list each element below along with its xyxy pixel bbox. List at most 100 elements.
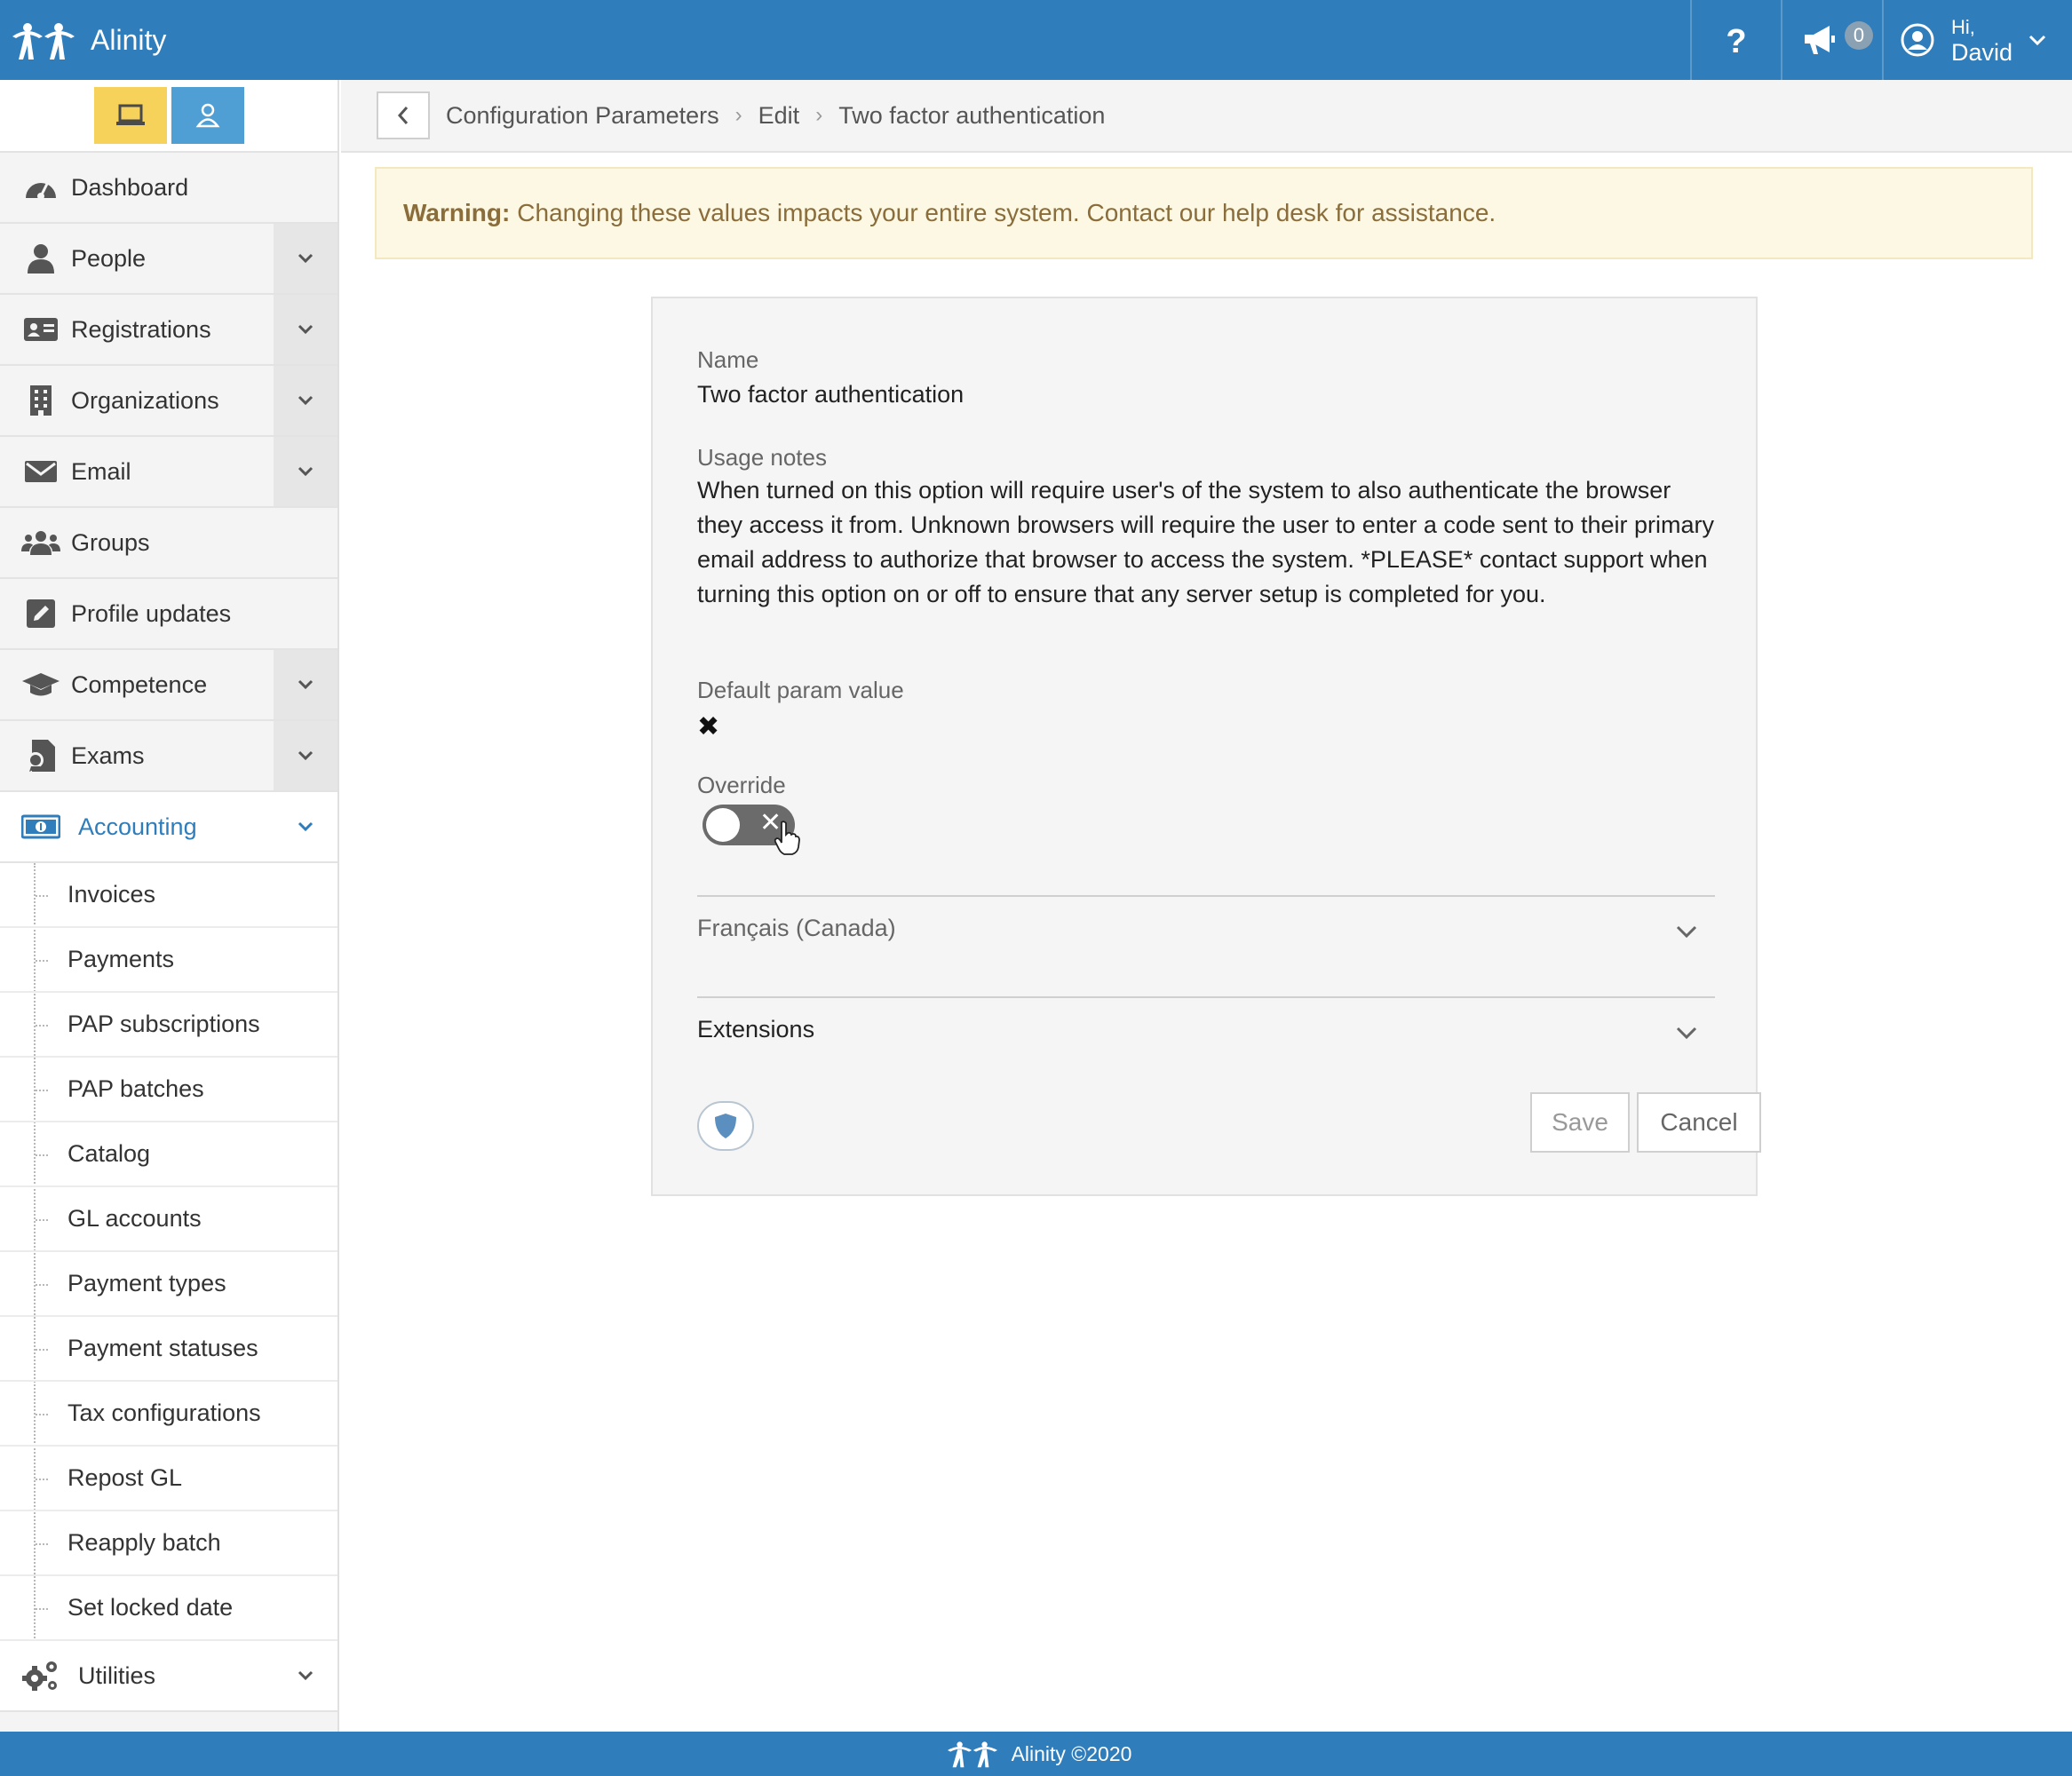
subitem-label: Reapply batch [67,1529,221,1556]
collapse-accounting-button[interactable] [274,792,337,861]
back-button[interactable] [377,91,430,139]
question-icon: ? [1726,23,1746,58]
sidebar-item-registrations[interactable]: Registrations [0,295,337,366]
warning-prefix: Warning: [403,199,511,226]
user-menu-button[interactable]: Hi, David [1882,0,2072,80]
sidebar-item-label: Profile updates [71,599,232,627]
chevron-down-icon [298,253,314,264]
subitem-label: Repost GL [67,1464,183,1491]
override-toggle[interactable]: ✕ [703,805,800,855]
subitem-label: PAP batches [67,1075,204,1102]
dashboard-icon [21,168,60,207]
sidebar-subitem-repost-gl[interactable]: Repost GL [0,1447,337,1511]
footer: Alinity ©2020 [0,1732,2072,1776]
money-icon [21,807,60,846]
sidebar-subitem-payment-statuses[interactable]: Payment statuses [0,1317,337,1382]
footer-copyright: Alinity ©2020 [1011,1741,1132,1765]
chevron-down-icon [298,324,314,335]
sidebar-item-label: People [71,244,147,272]
laptop-icon [116,104,145,125]
section-francais-canada[interactable]: Français (Canada) [697,895,1715,996]
top-actions: ? 0 Hi, David [1690,0,2072,80]
breadcrumb-current: Two factor authentication [838,101,1106,129]
expand-registrations-button[interactable] [274,295,337,364]
sidebar-item-groups[interactable]: Groups [0,508,337,579]
chevron-down-icon [298,750,314,761]
help-button[interactable]: ? [1690,0,1781,80]
sidebar-subitem-payment-types[interactable]: Payment types [0,1252,337,1317]
toggle-knob [706,808,740,842]
brand[interactable]: Alinity [0,0,166,80]
sidebar-item-label: Registrations [71,315,211,343]
sidebar-item-people[interactable]: People [0,224,337,295]
sidebar-item-organizations[interactable]: Organizations [0,366,337,437]
sidebar-subitem-pap-subscriptions[interactable]: PAP subscriptions [0,993,337,1058]
security-button[interactable] [697,1101,754,1151]
name-label: Name [697,346,759,373]
cogs-icon [21,1656,60,1695]
sidebar-item-profile-updates[interactable]: Profile updates [0,579,337,650]
breadcrumb-edit[interactable]: Edit [758,102,800,130]
sidebar-subitem-catalog[interactable]: Catalog [0,1122,337,1187]
sidebar-item-utilities[interactable]: Utilities [0,1641,337,1712]
app-name: Alinity [91,23,167,56]
expand-email-button[interactable] [274,437,337,506]
save-button[interactable]: Save [1530,1092,1630,1153]
chevron-down-icon [1676,1027,1697,1039]
sidebar-item-label: Dashboard [71,173,189,201]
notifications-button[interactable]: 0 [1781,0,1882,80]
sidebar-item-dashboard[interactable]: Dashboard [0,153,337,224]
edit-icon [21,594,60,633]
sidebar-subitem-tax-configurations[interactable]: Tax configurations [0,1382,337,1447]
chevron-right-icon: › [815,103,823,127]
sidebar: Dashboard People Registrations Organizat… [0,80,339,1732]
sidebar-subitem-gl-accounts[interactable]: GL accounts [0,1187,337,1252]
sidebar-subitem-invoices[interactable]: Invoices [0,863,337,928]
section-label: Français (Canada) [697,915,896,941]
building-icon [21,381,60,420]
sidebar-item-label: Exams [71,741,145,769]
person-icon [21,239,60,278]
sidebar-subitem-set-locked-date[interactable]: Set locked date [0,1576,337,1641]
admin-mode-button[interactable] [94,87,167,144]
exam-icon [21,736,60,775]
sidebar-item-email[interactable]: Email [0,437,337,508]
expand-organizations-button[interactable] [274,366,337,435]
cancel-button[interactable]: Cancel [1637,1092,1761,1153]
expand-people-button[interactable] [274,224,337,293]
subitem-label: PAP subscriptions [67,1011,260,1037]
alinity-logo-icon [12,23,75,59]
sidebar-item-exams[interactable]: Exams [0,721,337,792]
times-icon: ✖ [697,712,720,741]
user-name: David [1951,39,2013,66]
subitem-label: Invoices [67,881,156,908]
user-mode-button[interactable] [171,87,244,144]
sidebar-item-accounting[interactable]: Accounting [0,792,337,863]
expand-competence-button[interactable] [274,650,337,719]
alinity-logo-icon [947,1741,997,1768]
sidebar-subitem-payments[interactable]: Payments [0,928,337,993]
accounting-submenu: Invoices Payments PAP subscriptions PAP … [0,863,337,1641]
override-label: Override [697,772,786,798]
usage-notes-label: Usage notes [697,444,827,471]
sidebar-item-competence[interactable]: Competence [0,650,337,721]
id-card-icon [21,310,60,349]
svg-text:?: ? [1726,23,1746,58]
sidebar-subitem-reapply-batch[interactable]: Reapply batch [0,1511,337,1576]
chevron-down-icon [298,821,314,832]
envelope-icon [21,452,60,491]
chevron-right-icon: › [734,103,742,127]
breadcrumb-configuration-parameters[interactable]: Configuration Parameters [446,102,719,130]
chevron-down-icon [298,395,314,406]
sidebar-item-label: Email [71,457,131,485]
sidebar-item-label: Groups [71,528,150,556]
expand-utilities-button[interactable] [274,1641,337,1710]
section-extensions[interactable]: Extensions [697,996,1715,1085]
sidebar-subitem-pap-batches[interactable]: PAP batches [0,1058,337,1122]
subitem-label: Payment types [67,1270,226,1296]
notification-count-badge: 0 [1845,21,1873,50]
sidebar-item-label: Organizations [71,386,219,414]
expand-exams-button[interactable] [274,721,337,790]
subitem-label: Payment statuses [67,1335,258,1361]
section-label: Extensions [697,1016,815,1043]
